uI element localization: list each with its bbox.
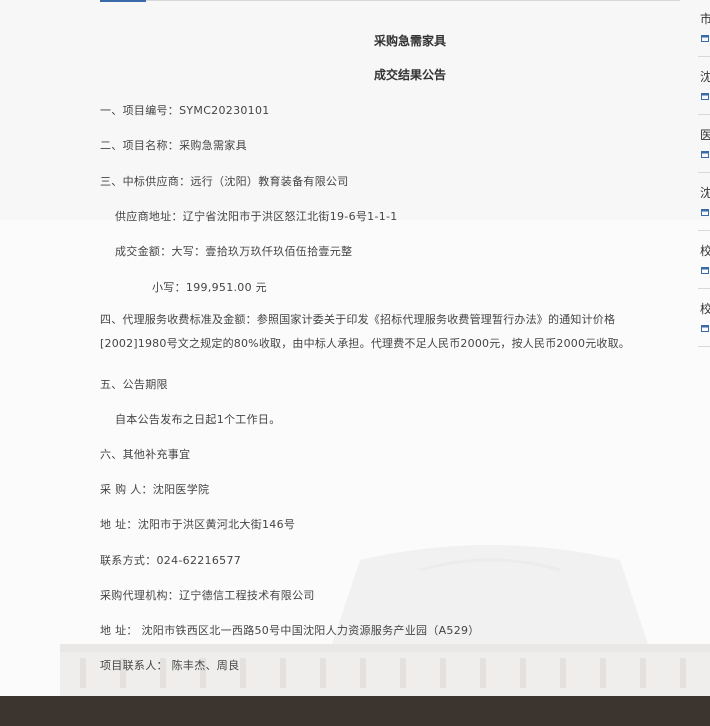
sidebar-item[interactable]: 沈 (698, 186, 710, 236)
active-tab-indicator[interactable] (100, 0, 146, 2)
notice-period-text: 自本公告发布之日起1个工作日。 (115, 413, 281, 426)
sidebar-item-label[interactable]: 沈 (700, 186, 710, 200)
page-subtitle: 成交结果公告 (373, 68, 446, 82)
sidebar-item-label[interactable]: 医 (700, 128, 710, 142)
purchaser: 采 购 人：沈阳医学院 (100, 483, 210, 496)
winning-supplier: 三、中标供应商：远行（沈阳）教育装备有限公司 (100, 175, 349, 188)
project-name: 二、项目名称：采购急需家具 (100, 139, 247, 152)
project-contact: 项目联系人： 陈丰杰、周良 (100, 659, 240, 672)
sidebar-divider (698, 230, 710, 231)
sidebar-item-label[interactable]: 校 (700, 244, 710, 258)
agency-fee-line-1: 四、代理服务收费标准及金额：参照国家计委关于印发《招标代理服务收费管理暂行办法》… (100, 313, 616, 326)
sidebar-item[interactable]: 医 (698, 128, 710, 178)
agency-address: 地 址： 沈阳市铁西区北一西路50号中国沈阳人力资源服务产业园（A529） (100, 624, 480, 637)
sidebar-item[interactable]: 校 (698, 244, 710, 294)
page-title: 采购急需家具 (373, 34, 446, 48)
calendar-icon (701, 209, 709, 216)
sidebar-divider (698, 172, 710, 173)
footer-bar (0, 696, 710, 726)
calendar-icon (701, 93, 709, 100)
sidebar-item-label[interactable]: 沈 (700, 70, 710, 84)
related-news-sidebar: 市 沈 医 沈 校 校 (698, 0, 710, 696)
sidebar-divider (698, 56, 710, 57)
amount-upper: 成交金额：大写：壹拾玖万玖仟玖佰伍拾壹元整 (115, 245, 353, 258)
sidebar-divider (698, 288, 710, 289)
sidebar-item-label[interactable]: 市 (700, 12, 710, 26)
other-matters-heading: 六、其他补充事宜 (100, 448, 191, 461)
project-number: 一、项目编号：SYMC20230101 (100, 104, 270, 117)
sidebar-item[interactable]: 校 (698, 302, 710, 352)
sidebar-item[interactable]: 市 (698, 12, 710, 62)
supplier-address: 供应商地址：辽宁省沈阳市于洪区怒江北街19-6号1-1-1 (115, 210, 398, 223)
tab-strip (100, 0, 680, 1)
sidebar-item[interactable]: 沈 (698, 70, 710, 120)
amount-lower: 小写：199,951.00 元 (152, 281, 267, 294)
calendar-icon (701, 35, 709, 42)
calendar-icon (701, 325, 709, 332)
sidebar-divider (698, 346, 710, 347)
calendar-icon (701, 151, 709, 158)
notice-period-heading: 五、公告期限 (100, 378, 168, 391)
sidebar-item-label[interactable]: 校 (700, 302, 710, 316)
agency-fee-paragraph: 四、代理服务收费标准及金额：参照国家计委关于印发《招标代理服务收费管理暂行办法》… (100, 308, 670, 356)
agency-fee-line-2: [2002]1980号文之规定的80%收取，由中标人承担。代理费不足人民币200… (100, 337, 631, 350)
calendar-icon (701, 267, 709, 274)
procurement-agency: 采购代理机构：辽宁德信工程技术有限公司 (100, 589, 315, 602)
contact-phone: 联系方式：024-62216577 (100, 554, 242, 567)
sidebar-divider (698, 114, 710, 115)
purchaser-address: 地 址：沈阳市于洪区黄河北大街146号 (100, 518, 296, 531)
